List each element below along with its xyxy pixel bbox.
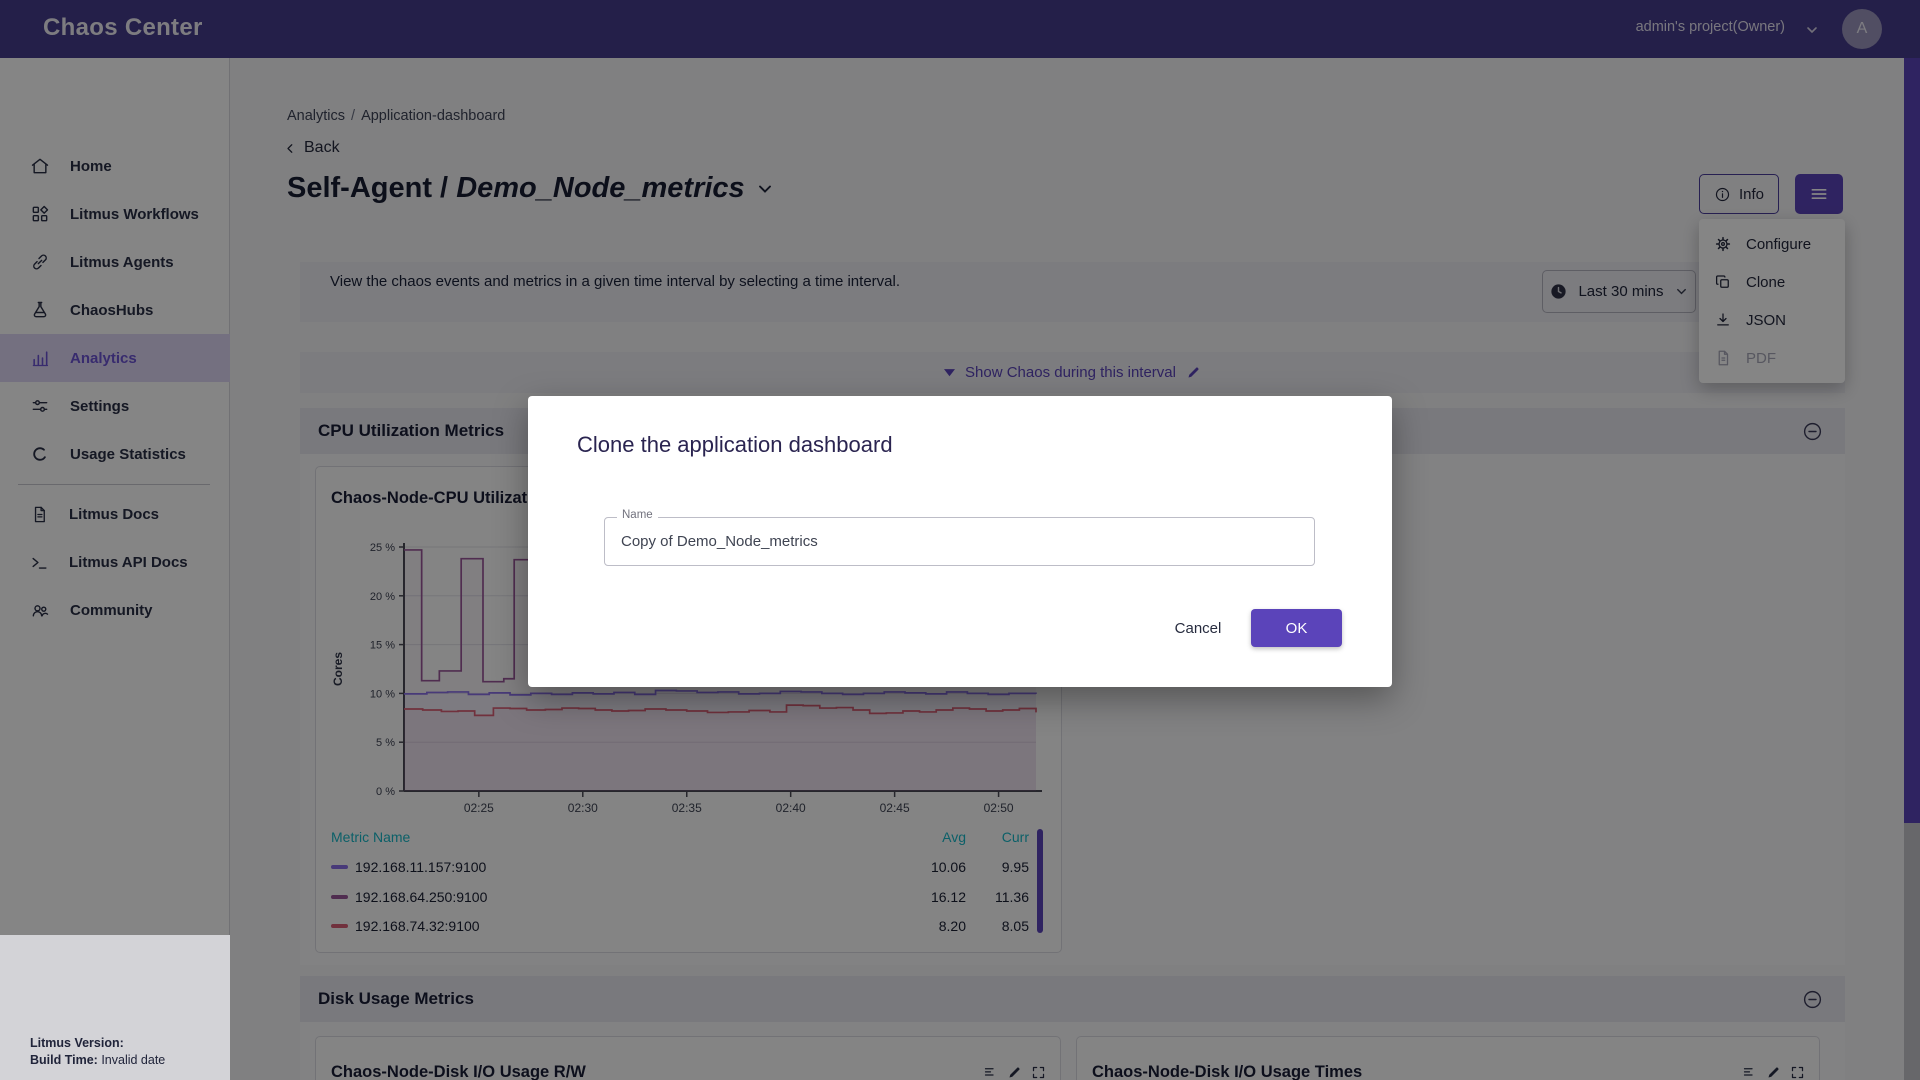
build-time-label: Build Time: [30, 1053, 98, 1067]
name-field-outline [604, 517, 1315, 566]
modal-title: Clone the application dashboard [577, 432, 893, 458]
name-input[interactable] [607, 520, 1312, 563]
version-label: Litmus Version: [30, 1036, 124, 1050]
build-time-value: Invalid date [101, 1053, 165, 1067]
version-info: Litmus Version: Build Time: Invalid date [0, 935, 230, 1080]
cancel-button[interactable]: Cancel [1155, 610, 1241, 646]
clone-dashboard-modal: Clone the application dashboard Name Can… [528, 396, 1392, 687]
name-field-label: Name [617, 509, 658, 521]
ok-button[interactable]: OK [1251, 609, 1342, 647]
chaos-center-app: Chaos Center admin's project(Owner) A Ho… [0, 0, 1920, 1080]
